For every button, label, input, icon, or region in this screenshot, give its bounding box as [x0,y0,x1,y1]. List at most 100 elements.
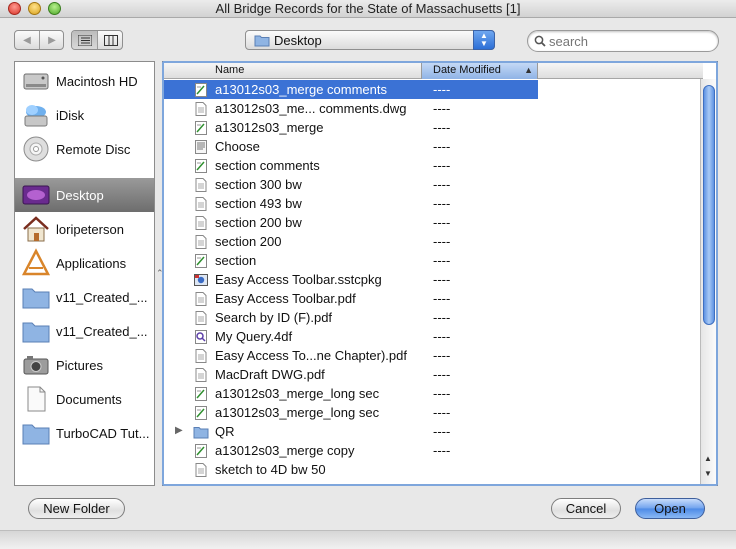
file-row[interactable]: a13012s03_me... comments.dwg ---- [163,99,703,118]
location-stepper-icon: ▲ ▼ [473,30,495,50]
file-name: section comments [215,158,320,173]
list-view-icon [77,34,92,46]
file-name: section 200 [215,234,282,249]
file-row[interactable]: a13012s03_merge comments ---- [163,80,538,99]
file-name: Easy Access Toolbar.sstcpkg [215,272,382,287]
view-mode-segment [71,30,123,50]
toolbar: ◀ ▶ Desktop ▲ ▼ search [0,18,736,60]
column-header-name[interactable]: Name [215,64,244,76]
cancel-button[interactable]: Cancel [551,498,621,519]
sidebar-item-macintosh-hd[interactable]: Macintosh HD [15,64,154,98]
file-row[interactable]: MacDraft DWG.pdf ---- [163,365,703,384]
sidebar-item-label: v11_Created_... [56,324,148,339]
file-date-modified: ---- [433,196,451,211]
sidebar-item-label: TurboCAD Tut... [56,426,150,441]
list-view-button[interactable] [72,31,97,49]
drawing-file-icon [193,443,209,459]
file-row[interactable]: section ---- [163,251,703,270]
drawing-file-icon [193,82,209,98]
document-file-icon [193,196,209,212]
sidebar-item-turbocad-tut[interactable]: TurboCAD Tut... [15,416,154,450]
scroll-down-arrow-icon[interactable]: ▼ [704,469,712,478]
sidebar-item-documents[interactable]: Documents [15,382,154,416]
open-button[interactable]: Open [635,498,705,519]
camera-icon [23,356,49,375]
drawing-file-icon [193,405,209,421]
file-name: My Query.4df [215,329,293,344]
search-input[interactable] [547,33,707,49]
forward-arrow-icon: ▶ [48,34,56,46]
document-icon [27,386,46,412]
column-header-date-modified[interactable]: Date Modified ▲ [421,62,538,79]
file-name: section 493 bw [215,196,302,211]
folder-row[interactable]: ▶ QR ---- [163,422,703,441]
sidebar-item-label: Remote Disc [56,142,131,157]
file-date-modified: ---- [433,234,451,249]
sidebar-item-loripeterson[interactable]: loripeterson [15,212,154,246]
sidebar-item-label: Macintosh HD [56,74,138,89]
title-bar: All Bridge Records for the State of Mass… [0,0,736,18]
file-row[interactable]: Choose ---- [163,137,703,156]
sidebar-item-label: Applications [56,256,127,271]
drawing-file-icon [193,120,209,136]
file-row[interactable]: Easy Access Toolbar.sstcpkg ---- [163,270,703,289]
column-view-button[interactable] [98,31,123,49]
file-row[interactable]: sketch to 4D bw 50 [163,460,703,479]
file-date-modified: ---- [433,215,451,230]
text-file-icon [193,139,209,155]
search-field[interactable] [527,30,719,52]
file-row[interactable]: section 300 bw ---- [163,175,703,194]
disc-icon [23,136,49,162]
document-file-icon [193,348,209,364]
file-row[interactable]: Easy Access Toolbar.pdf ---- [163,289,703,308]
file-row[interactable]: a13012s03_merge_long sec ---- [163,403,703,422]
location-label: Desktop [274,33,322,48]
file-row[interactable]: section 493 bw ---- [163,194,703,213]
file-row[interactable]: section 200 bw ---- [163,213,703,232]
sidebar-item-applications[interactable]: Applications [15,246,154,280]
file-name: section [215,253,257,268]
back-button[interactable]: ◀ [15,31,39,49]
document-file-icon [193,291,209,307]
sidebar-item-desktop[interactable]: Desktop [15,178,154,212]
file-row[interactable]: a13012s03_merge_long sec ---- [163,384,703,403]
search-icon [534,35,546,47]
sidebar-item-label: iDisk [56,108,85,123]
disclosure-triangle-icon[interactable]: ▶ [175,425,183,436]
forward-button[interactable]: ▶ [40,31,64,49]
scroll-up-arrow-icon[interactable]: ▲ [704,454,712,463]
file-date-modified: ---- [433,424,451,439]
query-file-icon [193,329,209,345]
sidebar-item-label: Pictures [56,358,103,373]
sidebar-item-pictures[interactable]: Pictures [15,348,154,382]
file-row[interactable]: section comments ---- [163,156,703,175]
file-row[interactable]: a13012s03_merge ---- [163,118,703,137]
file-name: a13012s03_merge copy [215,443,355,458]
file-date-modified: ---- [433,120,451,135]
sidebar-item-v11-created-1[interactable]: v11_Created_... [15,280,154,314]
file-list-scrollbar[interactable]: ▲ ▼ [700,79,716,484]
file-row[interactable]: Easy Access To...ne Chapter).pdf ---- [163,346,703,365]
file-name: sketch to 4D bw 50 [215,462,326,477]
file-row[interactable]: My Query.4df ---- [163,327,703,346]
document-file-icon [193,234,209,250]
sidebar-item-v11-created-2[interactable]: v11_Created_... [15,314,154,348]
idisk-icon [24,105,48,127]
sidebar-item-label: Documents [56,392,122,407]
file-name: a13012s03_merge_long sec [215,405,380,420]
folder-icon [254,35,270,47]
new-folder-button[interactable]: New Folder [28,498,125,519]
hard-drive-icon [23,73,49,90]
scrollbar-thumb[interactable] [703,85,715,325]
sidebar-item-idisk[interactable]: iDisk [15,98,154,132]
sidebar-item-remote-disc[interactable]: Remote Disc [15,132,154,166]
file-row[interactable]: a13012s03_merge copy ---- [163,441,703,460]
dialog-buttons: New Folder Cancel Open [0,490,736,530]
file-date-modified: ---- [433,443,451,458]
folder-icon [22,288,50,309]
file-row[interactable]: Search by ID (F).pdf ---- [163,308,703,327]
location-popup[interactable]: Desktop ▲ ▼ [245,30,495,50]
home-icon [23,216,49,242]
file-row[interactable]: section 200 ---- [163,232,703,251]
document-file-icon [193,177,209,193]
